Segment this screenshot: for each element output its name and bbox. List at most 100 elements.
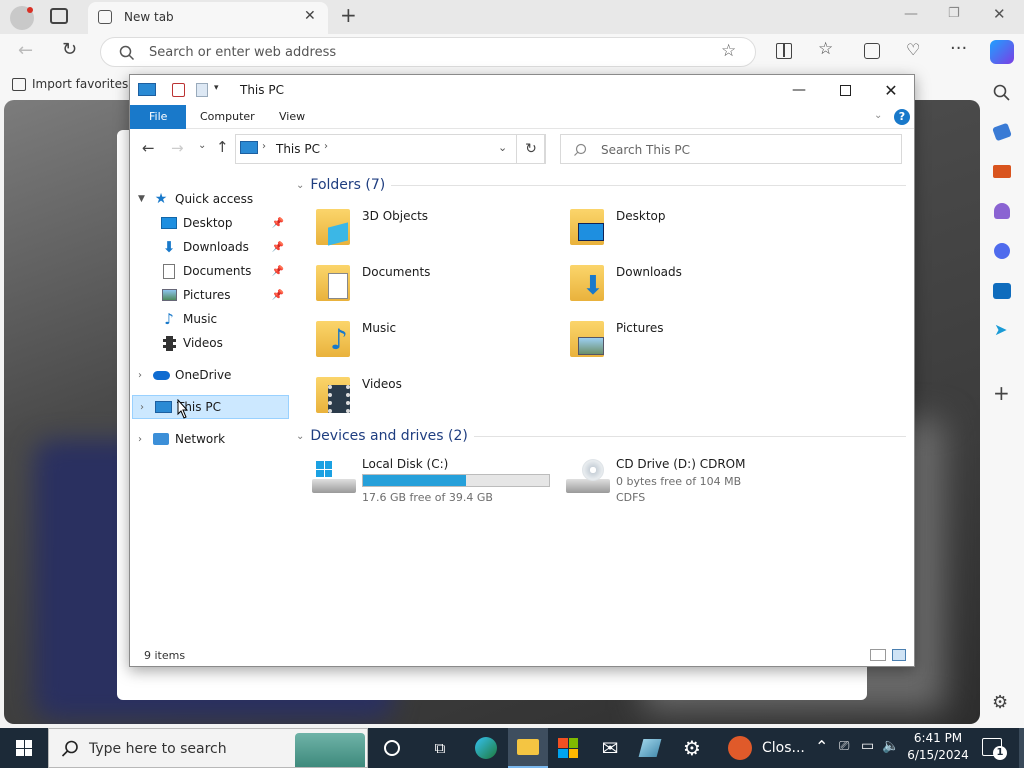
nav-quick-access[interactable]: ▼ ★ Quick access <box>130 187 290 211</box>
file-explorer-taskbar-button[interactable] <box>508 728 548 768</box>
taskbar-clock[interactable]: 6:41 PM 6/15/2024 <box>898 730 978 764</box>
nav-this-pc[interactable]: › This PC <box>132 395 289 419</box>
search-this-pc-input[interactable]: Search This PC <box>560 134 902 164</box>
drive-cd-d[interactable]: CD Drive (D:) CDROM 0 bytes free of 104 … <box>566 453 816 509</box>
split-screen-icon[interactable] <box>776 43 792 59</box>
settings-taskbar-button[interactable]: ⚙ <box>672 728 712 768</box>
folder-music[interactable]: ♪ Music <box>312 317 562 367</box>
edge-taskbar-button[interactable] <box>466 728 506 768</box>
recent-locations-icon[interactable]: ⌄ <box>198 140 206 151</box>
nav-item-pictures[interactable]: Pictures 📌 <box>130 283 290 307</box>
quick-access-toolbar-dropdown-icon[interactable]: ▾ <box>214 83 219 93</box>
tools-icon[interactable] <box>993 165 1011 178</box>
back-icon[interactable]: ← <box>18 40 33 61</box>
folders-group-header[interactable]: ⌄ Folders (7) <box>296 177 906 193</box>
expand-chevron-icon[interactable]: › <box>140 402 154 413</box>
properties-quick-icon[interactable] <box>172 83 185 97</box>
pin-icon[interactable]: 📌 <box>272 290 284 301</box>
folder-documents[interactable]: Documents <box>312 261 562 311</box>
address-dropdown-icon[interactable]: ⌄ <box>498 141 507 154</box>
app-taskbar-button[interactable] <box>630 728 670 768</box>
nav-item-desktop[interactable]: Desktop 📌 <box>130 211 290 235</box>
network-icon[interactable]: ▭ <box>861 738 874 754</box>
close-tab-icon[interactable]: ✕ <box>304 8 316 24</box>
nav-item-music[interactable]: ♪ Music <box>130 307 290 331</box>
collections-icon[interactable] <box>864 43 880 59</box>
drive-local-disk-c[interactable]: Local Disk (C:) 17.6 GB free of 39.4 GB <box>312 453 562 509</box>
sidebar-search-icon[interactable] <box>993 84 1011 102</box>
browser-essentials-icon[interactable]: ♡ <box>906 40 920 59</box>
notification-app-icon[interactable] <box>728 736 752 760</box>
refresh-button[interactable]: ↻ <box>516 134 546 164</box>
close-window-icon[interactable]: ✕ <box>993 5 1006 23</box>
volume-muted-icon[interactable]: 🔈 <box>882 738 899 754</box>
show-desktop-button[interactable] <box>1019 728 1024 768</box>
pin-icon[interactable]: 📌 <box>272 266 284 277</box>
browser-tab[interactable]: New tab ✕ <box>88 2 328 34</box>
forward-arrow-icon[interactable]: → <box>171 139 184 157</box>
expand-chevron-icon[interactable]: › <box>138 434 152 445</box>
details-view-icon[interactable] <box>870 649 886 661</box>
pin-icon[interactable]: 📌 <box>272 242 284 253</box>
address-bar[interactable]: Search or enter web address ☆ <box>100 37 756 67</box>
add-sidebar-icon[interactable]: + <box>993 381 1010 405</box>
add-tab-icon[interactable]: + <box>340 3 357 27</box>
favorite-star-icon[interactable]: ☆ <box>721 41 736 61</box>
import-favorites-button[interactable]: Import favorites <box>12 77 128 91</box>
explorer-maximize-button[interactable] <box>822 75 868 105</box>
show-hidden-icons-icon[interactable]: ⌃ <box>815 737 828 756</box>
nav-item-documents[interactable]: Documents 📌 <box>130 259 290 283</box>
drives-group-header[interactable]: ⌄ Devices and drives (2) <box>296 428 906 444</box>
notification-label[interactable]: Clos... <box>762 740 805 756</box>
back-arrow-icon[interactable]: ← <box>142 139 155 157</box>
mail-taskbar-button[interactable]: ✉ <box>590 728 630 768</box>
taskbar-search-box[interactable]: Type here to search <box>48 728 368 768</box>
task-view-icon[interactable]: ⧉ <box>420 728 460 768</box>
help-icon[interactable]: ? <box>894 109 910 125</box>
ribbon-tab-view[interactable]: View <box>269 105 315 129</box>
device-icon[interactable]: ⎚ <box>839 739 849 754</box>
store-taskbar-button[interactable] <box>548 728 588 768</box>
nav-item-videos[interactable]: Videos <box>130 331 290 355</box>
more-options-icon[interactable]: ··· <box>950 38 967 59</box>
explorer-close-button[interactable]: ✕ <box>868 75 914 105</box>
new-folder-quick-icon[interactable] <box>196 83 208 97</box>
large-icons-view-icon[interactable] <box>892 649 906 661</box>
nav-onedrive[interactable]: › OneDrive <box>130 363 290 387</box>
restore-icon[interactable]: ❐ <box>948 6 960 21</box>
address-breadcrumb[interactable]: › This PC › ⌄ <box>235 134 545 164</box>
nav-network[interactable]: › Network <box>130 427 290 451</box>
nav-item-downloads[interactable]: ⬇ Downloads 📌 <box>130 235 290 259</box>
start-button[interactable] <box>4 728 44 768</box>
breadcrumb-chevron-icon[interactable]: › <box>324 141 328 152</box>
collapse-chevron-icon[interactable]: ▼ <box>138 194 152 204</box>
folder-pictures[interactable]: Pictures <box>566 317 816 367</box>
sidebar-settings-icon[interactable]: ⚙ <box>992 692 1008 713</box>
expand-chevron-icon[interactable]: › <box>138 370 152 381</box>
copilot-icon[interactable] <box>990 40 1014 64</box>
group-collapse-icon[interactable]: ⌄ <box>296 180 304 191</box>
tab-actions-icon[interactable] <box>50 8 68 24</box>
ribbon-tab-computer[interactable]: Computer <box>190 105 265 129</box>
up-arrow-icon[interactable]: ↑ <box>216 138 229 156</box>
profile-avatar[interactable] <box>10 6 34 30</box>
ribbon-expand-icon[interactable]: ⌄ <box>874 110 882 121</box>
refresh-icon[interactable]: ↻ <box>62 39 77 60</box>
pin-icon[interactable]: 📌 <box>272 218 284 229</box>
microsoft365-icon[interactable] <box>994 243 1010 259</box>
folder-desktop[interactable]: Desktop <box>566 205 816 255</box>
action-center-icon[interactable]: 1 <box>982 738 1007 760</box>
explorer-minimize-button[interactable]: — <box>776 75 822 105</box>
task-view-button[interactable] <box>372 728 412 768</box>
favorites-icon[interactable]: ☆ <box>818 39 833 59</box>
send-icon[interactable]: ➤ <box>994 320 1007 339</box>
folder-videos[interactable]: Videos <box>312 373 562 423</box>
ribbon-tab-file[interactable]: File <box>130 105 187 129</box>
folder-3d-objects[interactable]: 3D Objects <box>312 205 562 255</box>
group-collapse-icon[interactable]: ⌄ <box>296 431 304 442</box>
folder-downloads[interactable]: ⬇ Downloads <box>566 261 816 311</box>
outlook-icon[interactable] <box>993 283 1011 299</box>
breadcrumb-this-pc[interactable]: This PC <box>276 142 320 156</box>
shopping-tag-icon[interactable] <box>992 122 1012 142</box>
people-icon[interactable] <box>994 203 1010 219</box>
